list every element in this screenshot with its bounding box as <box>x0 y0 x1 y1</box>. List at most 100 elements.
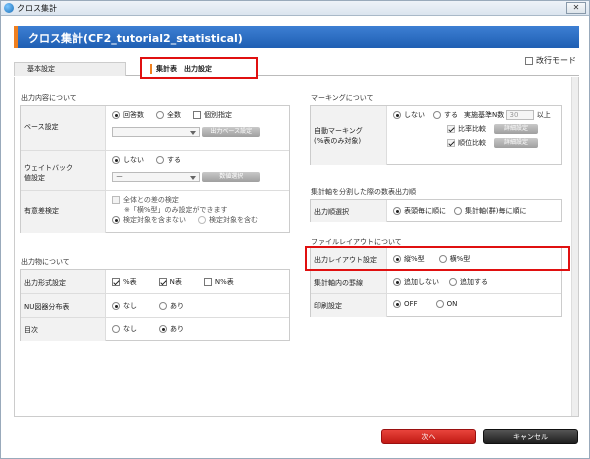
weight-number-button[interactable]: 数値選択 <box>202 172 261 182</box>
print-opt-on[interactable]: ON <box>435 300 458 308</box>
ratio-checkbox[interactable] <box>447 125 455 133</box>
format-values: %表 N表 N%表 <box>107 270 291 293</box>
scrollbar[interactable] <box>571 77 578 416</box>
toc-radio-yes[interactable] <box>159 325 167 333</box>
toc-opt-none[interactable]: なし <box>112 324 137 334</box>
sig-radio-include[interactable] <box>198 216 206 224</box>
sig-values: 全体との差の検定 ※「横%型」のみ設定ができます 検定対象を含まない 検定対象を含… <box>107 191 291 233</box>
base-output-button[interactable]: 出力ベース設定 <box>202 127 261 137</box>
axis-opt-no[interactable]: 追加しない <box>393 277 439 287</box>
highlight-layout-box <box>305 246 570 271</box>
weight-values: しない する ー 数値選択 <box>107 151 291 190</box>
title-bar: クロス集計 ✕ <box>1 1 589 16</box>
base-radio-answers[interactable] <box>112 111 120 119</box>
auto-radio-yes[interactable] <box>433 111 441 119</box>
cancel-button[interactable]: キャンセル <box>483 429 578 444</box>
weight-radio-yes[interactable] <box>156 156 164 164</box>
toc-opt2-label: あり <box>170 325 184 333</box>
sig-radio-exclude[interactable] <box>112 216 120 224</box>
base-opt-all[interactable]: 全数 <box>156 110 181 120</box>
auto-opt-yes[interactable]: する <box>433 110 458 120</box>
format-pct-checkbox[interactable] <box>112 278 120 286</box>
weight-radio-no[interactable] <box>112 156 120 164</box>
base-opt2-label: 全数 <box>167 111 181 119</box>
base-opt-answers[interactable]: 回答数 <box>112 110 144 120</box>
close-button[interactable]: ✕ <box>566 2 586 14</box>
print-opt-off[interactable]: OFF <box>393 300 418 308</box>
auto-opt-no[interactable]: しない <box>393 110 425 120</box>
weight-opt-no[interactable]: しない <box>112 155 144 165</box>
toc-radio-none[interactable] <box>112 325 120 333</box>
print-opt2-label: ON <box>446 300 458 308</box>
row-nu: NU図器分布表 なし あり <box>21 294 289 318</box>
print-radio-on[interactable] <box>435 300 444 308</box>
sig-opt-exclude[interactable]: 検定対象を含まない <box>112 215 186 225</box>
nu-radio-yes[interactable] <box>159 302 167 310</box>
window-title: クロス集計 <box>17 4 57 13</box>
tab-bar: 基本設定 集計表 出力設定 <box>14 57 579 79</box>
tab-output-settings[interactable]: 集計表 出力設定 <box>140 57 258 79</box>
nu-opt-none[interactable]: なし <box>112 301 137 311</box>
base-label: ベース設定 <box>21 106 106 150</box>
auto-radio-no[interactable] <box>393 111 401 119</box>
sig-opt1-label: 検定対象を含まない <box>123 216 186 224</box>
row-order: 出力順選択 表頭毎に順に 集計軸(群)毎に順に <box>311 200 561 222</box>
print-values: OFF ON <box>388 294 563 317</box>
nu-radio-none[interactable] <box>112 302 120 310</box>
axis-radio-no[interactable] <box>393 278 401 286</box>
print-radio-off[interactable] <box>393 300 401 308</box>
rank-detail-button[interactable]: 詳細設定 <box>494 138 538 148</box>
format-opt-pct[interactable]: %表 <box>112 277 137 287</box>
tab-basic-settings[interactable]: 基本設定 <box>14 62 126 76</box>
sig-opt-include[interactable]: 検定対象を含む <box>198 215 258 225</box>
tab-output-label: 集計表 出力設定 <box>150 64 212 74</box>
order-opt-head[interactable]: 表頭毎に順に <box>393 206 446 216</box>
base-n-input[interactable]: 30 <box>506 110 535 120</box>
format-opt2-label: N表 <box>169 278 182 286</box>
base-radio-all[interactable] <box>156 111 164 119</box>
nu-opt2-label: あり <box>170 302 184 310</box>
section-order: 集計軸を分割した際の数表出力順 <box>311 188 416 196</box>
settings-panel: 出力内容について ベース設定 回答数 全数 個別指定 出力ベース設定 ウェイトバック… <box>14 77 579 417</box>
order-radio-group[interactable] <box>454 207 462 215</box>
row-print: 印刷設定 OFF ON <box>311 294 561 317</box>
row-base: ベース設定 回答数 全数 個別指定 出力ベース設定 <box>21 106 289 151</box>
toc-opt-yes[interactable]: あり <box>159 324 184 334</box>
format-n-checkbox[interactable] <box>158 278 167 286</box>
base-select[interactable] <box>112 127 200 137</box>
axis-opt-yes[interactable]: 追加する <box>449 277 488 287</box>
auto-marking-label: 自動マーキング (%表のみ対象) <box>311 106 387 165</box>
nu-opt-yes[interactable]: あり <box>159 301 184 311</box>
order-opt-group[interactable]: 集計軸(群)毎に順に <box>454 206 526 216</box>
weight-label: ウェイトバック 値設定 <box>21 151 106 190</box>
weight-select[interactable]: ー <box>112 172 200 182</box>
axis-radio-yes[interactable] <box>449 278 457 286</box>
order-radio-head[interactable] <box>393 207 401 215</box>
axis-opt2-label: 追加する <box>460 278 488 286</box>
format-opt3-label: N%表 <box>214 278 234 286</box>
base-custom-checkbox[interactable] <box>193 111 201 119</box>
toc-label: 目次 <box>21 318 106 341</box>
nu-values: なし あり <box>107 294 291 317</box>
format-opt-npct[interactable]: N%表 <box>203 277 234 287</box>
next-button[interactable]: 次へ <box>381 429 476 444</box>
outputs-grid: 出力形式設定 %表 N表 N%表 NU図器分布表 なし あり 目次 なし あり <box>20 269 290 341</box>
auto-opt1-label: しない <box>404 111 425 119</box>
rank-checkbox[interactable] <box>447 139 455 147</box>
weight-opt-yes[interactable]: する <box>156 155 181 165</box>
base-values: 回答数 全数 個別指定 出力ベース設定 <box>107 106 291 150</box>
format-npct-checkbox[interactable] <box>203 278 212 286</box>
row-auto-marking: 自動マーキング (%表のみ対象) しない する 実施基準N数 30 以上 比率比較詳… <box>311 106 561 165</box>
output-content-grid: ベース設定 回答数 全数 個別指定 出力ベース設定 ウェイトバック 値設定 しない す… <box>20 105 290 233</box>
format-opt-n[interactable]: N表 <box>158 277 182 287</box>
auto-marking-values: しない する 実施基準N数 30 以上 比率比較 詳細設定 順位比較 詳細設定 <box>388 106 563 165</box>
base-opt3-label: 個別指定 <box>204 111 232 119</box>
row-axis-lines: 集計軸内の罫線 追加しない 追加する <box>311 271 561 294</box>
order-opt2-label: 集計軸(群)毎に順に <box>465 207 527 215</box>
sig-opt2-label: 検定対象を含む <box>209 216 258 224</box>
format-opt1-label: %表 <box>123 278 137 286</box>
base-opt-custom[interactable]: 個別指定 <box>193 110 232 120</box>
marking-grid: 自動マーキング (%表のみ対象) しない する 実施基準N数 30 以上 比率比較詳… <box>310 105 562 165</box>
sig-checkbox[interactable] <box>112 196 120 204</box>
ratio-detail-button[interactable]: 詳細設定 <box>494 124 538 134</box>
